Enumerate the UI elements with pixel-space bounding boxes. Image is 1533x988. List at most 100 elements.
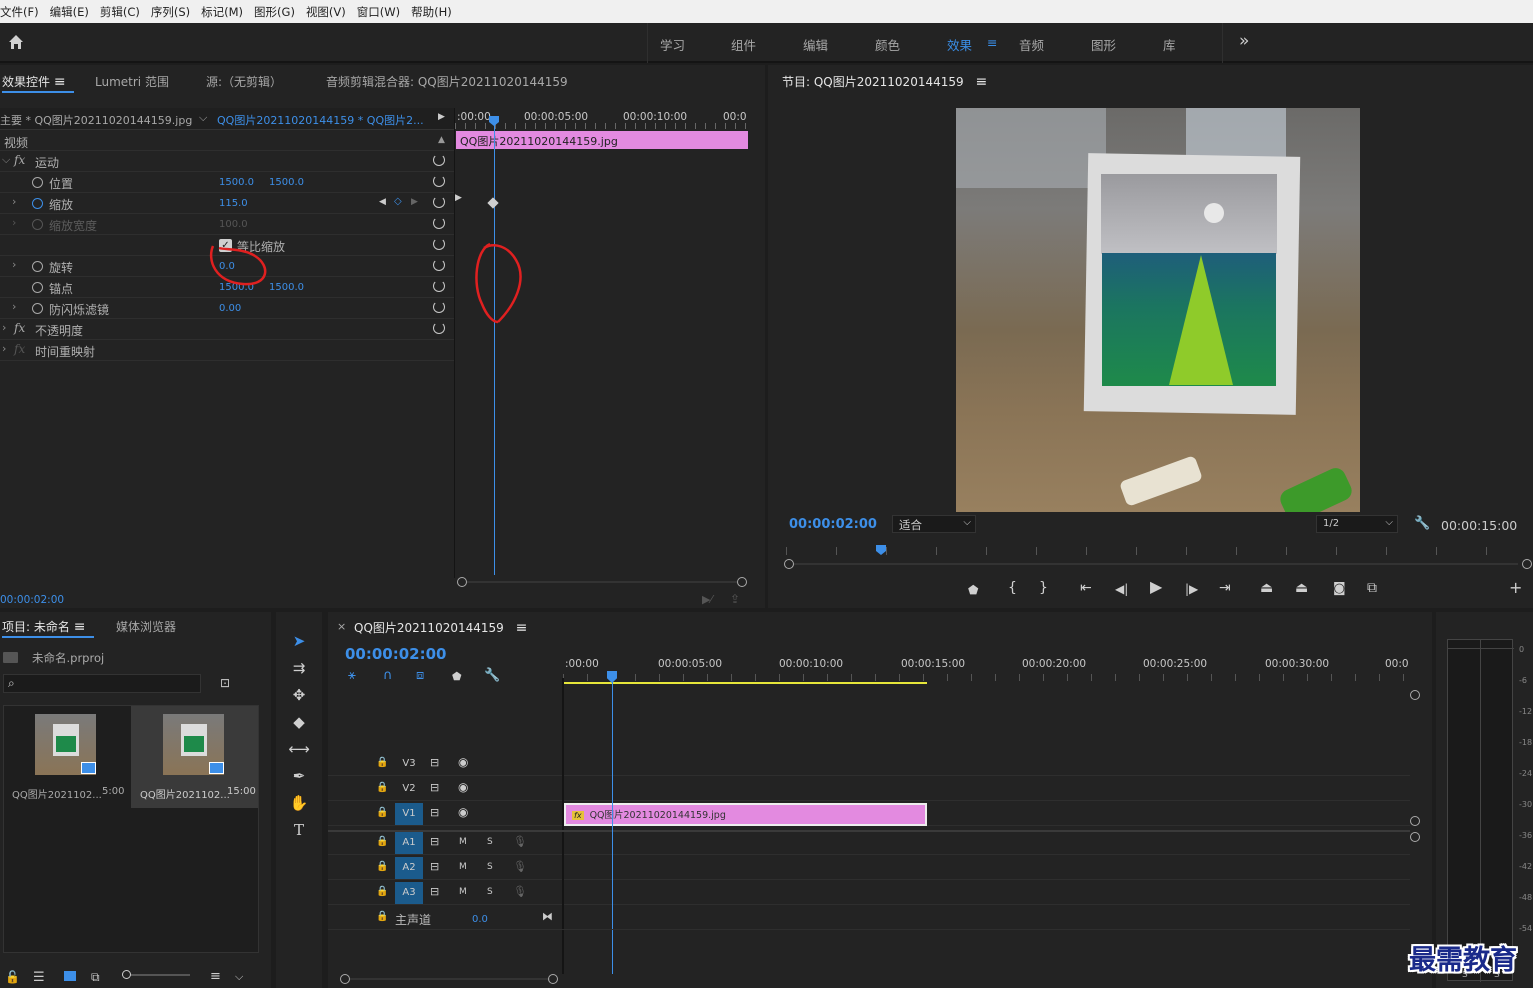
stopwatch-icon[interactable] xyxy=(32,303,43,314)
motion-row[interactable]: ⌵ fx 运动 xyxy=(0,151,454,172)
track-target-toggle[interactable]: V1 xyxy=(395,803,423,825)
freeform-view-icon[interactable]: ⧉ xyxy=(91,970,100,985)
step-forward-icon[interactable]: |▶ xyxy=(1185,582,1198,596)
microphone-icon[interactable]: 🎙 xyxy=(513,860,527,873)
wrench-icon[interactable]: 🔧 xyxy=(484,669,500,683)
add-keyframe-icon[interactable]: ◇ xyxy=(394,196,402,207)
workspace-tab[interactable]: 图形 xyxy=(1091,35,1116,54)
reset-icon[interactable] xyxy=(433,301,445,313)
eye-icon[interactable]: ◉ xyxy=(458,780,468,794)
home-icon[interactable] xyxy=(7,33,25,51)
track-target-toggle[interactable]: A2 xyxy=(395,857,423,879)
workspace-menu-icon[interactable]: ≡ xyxy=(987,35,997,50)
tab-media-browser[interactable]: 媒体浏览器 xyxy=(116,618,176,635)
stopwatch-icon[interactable] xyxy=(32,261,43,272)
lift-icon[interactable]: ⏏ xyxy=(1260,581,1273,595)
add-button-icon[interactable]: + xyxy=(1509,580,1522,596)
workspace-tab[interactable]: 库 xyxy=(1163,35,1176,54)
menu-item[interactable]: 文件(F) xyxy=(0,4,39,20)
marker-icon[interactable]: ⬟ xyxy=(968,583,978,597)
track-target-toggle[interactable]: V2 xyxy=(395,778,423,800)
menu-item[interactable]: 序列(S) xyxy=(151,4,190,20)
menu-item[interactable]: 帮助(H) xyxy=(411,4,452,20)
razor-tool-icon[interactable]: ◆ xyxy=(288,711,310,733)
workspace-tab[interactable]: 颜色 xyxy=(875,35,900,54)
icon-view-icon[interactable] xyxy=(64,971,76,981)
solo-button[interactable]: S xyxy=(487,862,493,872)
sequence-timecode[interactable]: 00:00:02:00 xyxy=(345,645,447,663)
eye-icon[interactable]: ◉ xyxy=(458,805,468,819)
camera-icon[interactable]: ◙ xyxy=(1333,582,1346,596)
mute-button[interactable]: M xyxy=(459,862,467,872)
go-to-in-icon[interactable]: ⇤ xyxy=(1080,581,1092,595)
track-row[interactable]: 🔒 A3 ⊟ M S 🎙 xyxy=(328,881,1410,905)
timeline-scroll-bar[interactable] xyxy=(340,974,560,984)
menu-item[interactable]: 标记(M) xyxy=(201,4,243,20)
expand-timeline-icon[interactable]: ▶ xyxy=(438,112,445,122)
program-timecode[interactable]: 00:00:02:00 xyxy=(789,517,877,532)
time-remap-row[interactable]: › fx 时间重映射 xyxy=(0,340,454,361)
microphone-icon[interactable]: 🎙 xyxy=(513,885,527,898)
eye-icon[interactable]: ◉ xyxy=(458,755,468,769)
flicker-value[interactable]: 0.00 xyxy=(219,303,241,314)
lock-icon[interactable]: 🔓 xyxy=(5,970,20,984)
program-preview-image[interactable] xyxy=(956,108,1360,512)
wrench-icon[interactable]: 🔧 xyxy=(1414,516,1430,531)
slip-tool-icon[interactable]: ⟷ xyxy=(288,738,310,760)
lock-icon[interactable]: 🔒 xyxy=(376,757,388,768)
extract-icon[interactable]: ⏏ xyxy=(1295,581,1308,595)
workspace-tab[interactable]: 效果 xyxy=(947,35,972,54)
lock-icon[interactable]: 🔒 xyxy=(376,807,388,818)
reset-icon[interactable] xyxy=(433,175,445,187)
reset-icon[interactable] xyxy=(433,217,445,229)
sync-lock-icon[interactable]: ⊟ xyxy=(430,835,439,848)
workspace-tab[interactable]: 学习 xyxy=(660,35,685,54)
sync-lock-icon[interactable]: ⊟ xyxy=(430,860,439,873)
close-icon[interactable]: × xyxy=(337,620,346,633)
pen-tool-icon[interactable]: ✒ xyxy=(288,765,310,787)
resolution-select[interactable]: 1/2 ⌵ xyxy=(1316,515,1398,533)
track-target-toggle[interactable]: A1 xyxy=(395,832,423,854)
effect-controls-timecode[interactable]: 00:00:02:00 xyxy=(0,594,64,606)
reset-icon[interactable] xyxy=(433,322,445,334)
reset-icon[interactable] xyxy=(433,280,445,292)
track-target-toggle[interactable]: V3 xyxy=(395,753,423,775)
program-scrub-bar[interactable] xyxy=(782,545,1532,569)
chevron-right-icon[interactable]: › xyxy=(12,258,16,271)
lock-icon[interactable]: 🔒 xyxy=(376,886,388,897)
marker-icon[interactable]: ⬟ xyxy=(452,670,462,684)
sync-lock-icon[interactable]: ⊟ xyxy=(430,756,439,769)
new-bin-icon[interactable]: ⊡ xyxy=(220,676,230,690)
stopwatch-icon[interactable] xyxy=(32,177,43,188)
hand-tool-icon[interactable]: ✋ xyxy=(288,792,310,814)
track-row[interactable]: 🔒 V2 ⊟ ◉ xyxy=(328,777,1410,801)
reset-icon[interactable] xyxy=(433,196,445,208)
tab-source[interactable]: 源:（无剪辑） xyxy=(206,73,282,90)
lock-icon[interactable]: 🔒 xyxy=(376,836,388,847)
tab-project[interactable]: 项目: 未命名 ≡ xyxy=(2,618,85,635)
play-icon[interactable]: ▶ xyxy=(1150,579,1162,595)
lock-icon[interactable]: 🔒 xyxy=(376,911,388,922)
position-y-value[interactable]: 1500.0 xyxy=(269,177,304,188)
program-monitor-tab[interactable]: 节目: QQ图片20211020144159 ≡ xyxy=(782,73,987,90)
sequence-clip-label[interactable]: QQ图片20211020144159 * QQ图片2... xyxy=(217,112,424,128)
play-audio-icon[interactable]: ▶⁄ xyxy=(702,593,712,606)
sync-lock-icon[interactable]: ⊟ xyxy=(430,885,439,898)
menu-item[interactable]: 编辑(E) xyxy=(50,4,89,20)
sync-lock-icon[interactable]: ⊟ xyxy=(430,781,439,794)
go-to-end-icon[interactable]: ⧓ xyxy=(542,910,553,923)
compare-icon[interactable]: ⧉ xyxy=(1367,581,1377,595)
master-volume-value[interactable]: 0.0 xyxy=(472,914,488,925)
microphone-icon[interactable]: 🎙 xyxy=(513,835,527,848)
project-item[interactable]: QQ图片2021102... 5:00 xyxy=(4,706,130,808)
workspace-tab[interactable]: 组件 xyxy=(731,35,756,54)
opacity-row[interactable]: › fx 不透明度 xyxy=(0,319,454,340)
timeline-clip[interactable]: fx QQ图片20211020144159.jpg xyxy=(564,803,927,826)
mark-in-icon[interactable]: { xyxy=(1008,581,1017,595)
fit-select[interactable]: 适合 ⌵ xyxy=(892,515,976,533)
magnet-icon[interactable]: ∩ xyxy=(383,669,393,683)
lock-icon[interactable]: 🔒 xyxy=(376,782,388,793)
track-row[interactable]: 🔒 V3 ⊟ ◉ xyxy=(328,752,1410,776)
menu-item[interactable]: 剪辑(C) xyxy=(100,4,140,20)
project-item[interactable]: QQ图片2021102... 15:00 xyxy=(131,706,258,808)
